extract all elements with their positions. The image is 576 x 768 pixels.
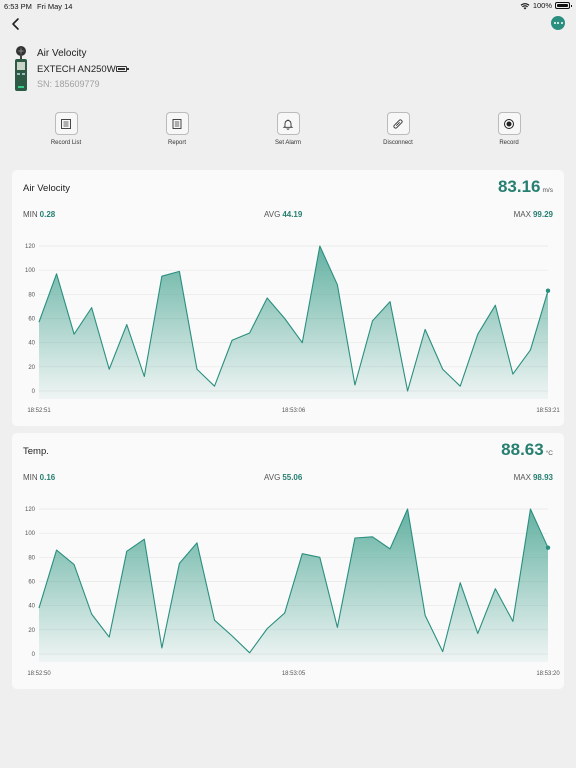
record-icon — [504, 118, 514, 129]
device-name: Air Velocity — [37, 48, 87, 59]
y-tick-label: 0 — [32, 652, 36, 658]
y-tick-label: 60 — [28, 317, 35, 323]
latest-point — [545, 288, 551, 293]
y-tick-label: 20 — [28, 628, 35, 634]
report-label: Report — [167, 140, 186, 146]
y-tick-label: 20 — [28, 365, 35, 371]
x-tick-label: 18:53:05 — [282, 671, 306, 677]
y-tick-label: 40 — [28, 604, 35, 610]
list-icon — [61, 118, 71, 129]
device-battery-icon — [116, 66, 129, 72]
avg-stat: AVG 55.06 — [264, 473, 302, 482]
y-tick-label: 60 — [28, 580, 35, 586]
more-dot-icon — [557, 22, 559, 24]
x-tick-label: 18:53:06 — [282, 408, 306, 414]
bell-icon — [282, 119, 294, 130]
back-button[interactable] — [8, 16, 24, 32]
current-value-number: 83.16 — [497, 177, 541, 196]
card-title: Temp. — [23, 446, 49, 457]
current-value: 88.63 °C — [501, 440, 553, 460]
min-stat: MIN 0.16 — [23, 473, 55, 482]
record-button[interactable]: Record — [479, 112, 539, 146]
x-tick-label: 18:53:21 — [536, 408, 560, 414]
series-area — [39, 509, 548, 662]
battery-icon — [555, 2, 572, 9]
y-tick-label: 120 — [25, 507, 36, 513]
record-label: Record — [499, 140, 519, 146]
max-value: 98.93 — [532, 473, 553, 482]
record-list-label: Record List — [50, 140, 82, 146]
avg-value: 55.06 — [282, 473, 303, 482]
max-stat: MAX 99.29 — [514, 210, 553, 219]
avg-stat: AVG 44.19 — [264, 210, 302, 219]
min-label: MIN — [23, 210, 38, 219]
max-label: MAX — [513, 473, 531, 482]
disconnect-label: Disconnect — [383, 140, 413, 146]
disconnect-icon — [393, 118, 403, 129]
more-dot-icon — [553, 22, 556, 24]
card-title: Air Velocity — [23, 183, 70, 194]
current-value-number: 88.63 — [501, 440, 544, 459]
min-value: 0.16 — [39, 473, 56, 482]
y-tick-label: 40 — [28, 341, 35, 347]
battery-percent: 100% — [532, 1, 552, 10]
y-tick-label: 100 — [25, 531, 36, 537]
action-bar: Record List Report Set Alarm Disconnect … — [0, 112, 576, 152]
x-tick-label: 18:52:50 — [27, 671, 51, 677]
y-tick-label: 0 — [32, 389, 36, 395]
report-icon — [172, 118, 182, 129]
y-tick-label: 100 — [25, 268, 36, 274]
device-anemometer-image — [15, 46, 27, 91]
device-serial-number: SN: 185609779 — [37, 79, 100, 89]
set-alarm-label: Set Alarm — [274, 140, 301, 146]
min-stat: MIN 0.28 — [23, 210, 55, 219]
x-tick-label: 18:52:51 — [27, 408, 51, 414]
avg-value: 44.19 — [282, 210, 303, 219]
air-velocity-card: Air Velocity 83.16 m/s MIN 0.28 AVG 44.19 M… — [12, 170, 564, 426]
y-tick-label: 120 — [25, 244, 36, 250]
avg-label: AVG — [264, 210, 281, 219]
current-value-unit: °C — [545, 450, 553, 457]
status-time: 6:53 PM — [4, 2, 32, 11]
status-bar: 6:53 PM Fri May 14 100% — [0, 0, 576, 12]
more-dot-icon — [560, 22, 563, 24]
min-value: 0.28 — [39, 210, 56, 219]
current-value: 83.16 m/s — [498, 177, 553, 197]
max-value: 99.29 — [532, 210, 553, 219]
series-area — [39, 246, 548, 399]
current-value-unit: m/s — [542, 187, 553, 194]
status-right: 100% — [520, 1, 572, 10]
max-stat: MAX 98.93 — [514, 473, 553, 482]
x-tick-label: 18:53:20 — [536, 671, 560, 677]
min-label: MIN — [23, 473, 38, 482]
max-label: MAX — [513, 210, 531, 219]
disconnect-button[interactable]: Disconnect — [368, 112, 428, 146]
temperature-chart: 0 20 40 60 80 100 120 18:52:50 18:53:05 18:53:20 — [25, 507, 560, 677]
record-list-button[interactable]: Record List — [36, 112, 96, 146]
more-options-button[interactable] — [551, 16, 565, 30]
wifi-icon — [520, 2, 530, 9]
chevron-left-icon — [12, 18, 19, 30]
avg-label: AVG — [264, 473, 281, 482]
air-velocity-chart: 0 20 40 60 80 100 120 18:52:51 18:53:06 18:53:21 — [25, 244, 560, 414]
status-date: Fri May 14 — [37, 2, 73, 11]
temperature-card: Temp. 88.63 °C MIN 0.16 AVG 55.06 MAX 98.93 … — [12, 433, 564, 689]
y-tick-label: 80 — [28, 555, 35, 561]
latest-point — [545, 545, 551, 550]
report-button[interactable]: Report — [147, 112, 207, 146]
y-tick-label: 80 — [28, 292, 35, 298]
set-alarm-button[interactable]: Set Alarm — [258, 112, 318, 146]
device-model: EXTECH AN250W — [37, 64, 116, 75]
